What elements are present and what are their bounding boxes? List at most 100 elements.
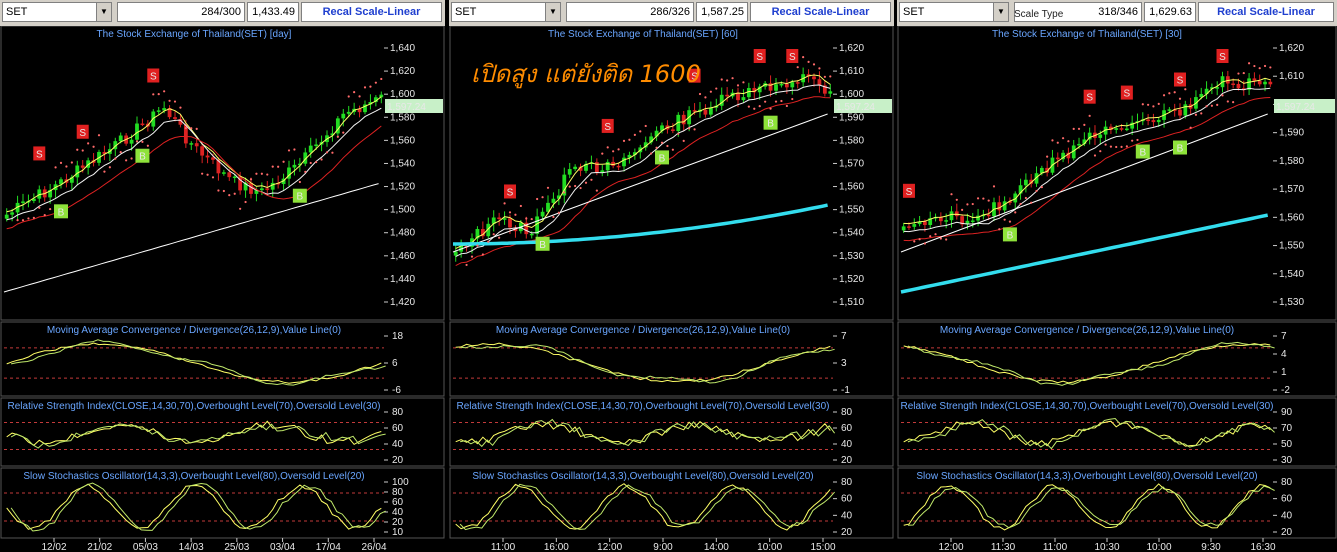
sar-dot: [1253, 64, 1256, 68]
date-tick-label: 10:00: [757, 542, 782, 552]
sar-dot: [639, 130, 642, 133]
candle-body: [997, 202, 1002, 211]
candle-body: [784, 83, 789, 88]
sar-dot: [633, 133, 636, 136]
sar-dot: [1067, 140, 1070, 143]
stochastic-line: [455, 483, 831, 531]
sar-dot: [546, 186, 550, 189]
candle-body: [605, 161, 610, 171]
sar-dot: [918, 238, 921, 241]
sar-dot: [304, 170, 307, 173]
sar-dot: [688, 127, 691, 130]
sar-dot: [277, 165, 280, 168]
candle-body: [1146, 119, 1150, 122]
rsi-title: Relative Strength Index(CLOSE,14,30,70),…: [457, 401, 830, 412]
symbol-select[interactable]: SET ▼: [899, 2, 1009, 22]
candle-body: [817, 79, 822, 86]
macd-line: [455, 342, 831, 383]
price-tick-label: 1,610: [1279, 71, 1304, 82]
sar-dot: [92, 145, 95, 148]
sar-dot: [1035, 189, 1038, 193]
candle-body: [341, 113, 346, 119]
sar-dot: [380, 77, 383, 81]
rsi-signal-line: [460, 418, 836, 448]
sar-dot: [1008, 220, 1012, 223]
sar-dot: [818, 67, 821, 70]
stochastic-title: Slow Stochastics Oscillator(14,3,3),Over…: [472, 471, 813, 482]
candle-body: [703, 109, 708, 115]
sar-dot: [1024, 196, 1027, 200]
sar-dot: [369, 85, 372, 88]
ma-long-line: [3, 183, 379, 293]
sar-dot: [1205, 105, 1208, 108]
sar-dot: [1162, 94, 1166, 97]
sar-dot: [693, 128, 696, 131]
date-tick-label: 9:00: [653, 542, 673, 552]
candle-body: [1167, 109, 1172, 111]
sar-dot: [628, 138, 631, 141]
price-tick-label: 1,580: [390, 112, 415, 123]
sar-dot: [1173, 91, 1176, 94]
sar-dot: [81, 149, 84, 152]
sar-dot: [320, 158, 323, 161]
price-tick-label: 1,530: [839, 251, 864, 262]
price-tick-label: 1,580: [839, 135, 864, 146]
sar-dot: [939, 237, 942, 240]
recal-scale-button[interactable]: Recal Scale-Linear: [750, 2, 891, 22]
sar-dot: [823, 75, 826, 78]
chevron-down-icon[interactable]: ▼: [545, 3, 560, 21]
sar-dot: [913, 240, 916, 243]
candle-body: [1114, 128, 1119, 130]
position-field: 284/300: [117, 2, 245, 22]
stochastic-tick-label: 40: [1281, 510, 1293, 521]
candle-body: [200, 146, 205, 156]
rsi-tick-label: 40: [392, 439, 404, 450]
date-tick-label: 11:00: [1043, 542, 1068, 552]
date-tick-label: 14/03: [179, 542, 204, 552]
candle-body: [529, 233, 534, 236]
stochastic-tick-label: 20: [841, 527, 853, 538]
macd-tick-label: 7: [841, 331, 847, 342]
sar-dot: [552, 215, 555, 219]
sar-dot: [1019, 202, 1022, 206]
sar-dot: [481, 253, 484, 256]
candle-body: [118, 135, 123, 142]
symbol-select[interactable]: SET ▼: [2, 2, 112, 22]
recal-scale-button[interactable]: Recal Scale-Linear: [1198, 2, 1334, 22]
symbol-select[interactable]: SET ▼: [451, 2, 561, 22]
sar-dot: [785, 104, 788, 108]
sar-dot: [923, 242, 927, 245]
date-tick-label: 16:30: [1250, 542, 1275, 552]
buy-signal-label: B: [1177, 144, 1184, 155]
macd-line: [903, 343, 1271, 384]
chevron-down-icon[interactable]: ▼: [993, 3, 1008, 21]
chevron-down-icon[interactable]: ▼: [96, 3, 111, 21]
scale-type-label: Scale Type: [1014, 9, 1064, 20]
stochastic-title: Slow Stochastics Oscillator(14,3,3),Over…: [23, 471, 364, 482]
candle-body: [970, 220, 975, 223]
sar-dot: [1056, 141, 1059, 144]
recal-scale-button[interactable]: Recal Scale-Linear: [301, 2, 442, 22]
date-tick-label: 25/03: [224, 542, 249, 552]
sar-dot: [498, 236, 501, 239]
price-tick-label: 1,540: [1279, 269, 1304, 280]
sar-dot: [249, 178, 253, 181]
date-tick-label: 15:00: [810, 542, 835, 552]
sar-dot: [331, 151, 334, 154]
sar-dot: [1258, 67, 1261, 70]
sar-dot: [796, 66, 799, 69]
candle-body: [944, 220, 949, 222]
candle-body: [708, 107, 713, 115]
sar-dot: [325, 151, 329, 154]
chart-toolbar: SET ▼ 286/326 1,587.25 Recal Scale-Linea…: [449, 0, 894, 26]
sar-dot: [829, 75, 832, 78]
sar-dot: [1088, 114, 1091, 117]
rsi-tick-label: 30: [1281, 455, 1293, 466]
price-tick-label: 1,530: [1279, 297, 1304, 308]
sar-dot: [239, 207, 242, 210]
sar-dot: [758, 105, 761, 108]
macd-title: Moving Average Convergence / Divergence(…: [940, 325, 1234, 336]
sell-signal-label: S: [604, 122, 611, 133]
symbol-value: SET: [903, 6, 925, 18]
price-tick-label: 1,500: [390, 205, 415, 216]
